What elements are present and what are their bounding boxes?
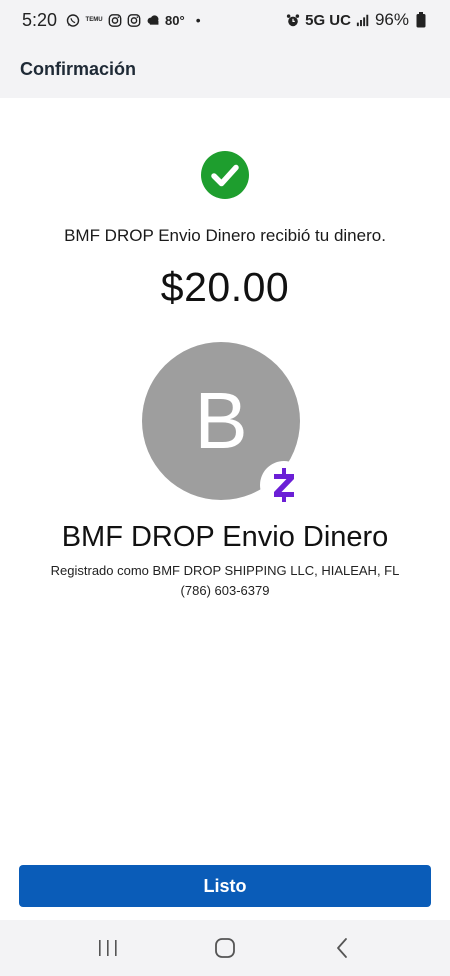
battery-icon bbox=[414, 12, 428, 28]
status-bar: 5:20 TEMU 80° • 5G UC 96% bbox=[0, 0, 450, 40]
battery-percent: 96% bbox=[374, 10, 409, 29]
temu-label: TEMU bbox=[85, 17, 103, 23]
system-nav-bar bbox=[0, 920, 450, 976]
done-button[interactable]: Listo bbox=[19, 865, 431, 907]
payment-amount: $20.00 bbox=[160, 264, 290, 310]
instagram-icon bbox=[108, 13, 122, 27]
avatar-letter: B bbox=[194, 376, 248, 465]
network-type: 5G UC bbox=[305, 11, 351, 29]
check-circle-icon bbox=[201, 151, 249, 199]
registered-as: Registrado como BMF DROP SHIPPING LLC, H… bbox=[50, 563, 400, 578]
notification-dot: • bbox=[195, 12, 201, 28]
whatsapp-icon bbox=[66, 13, 80, 27]
status-time: 5:20 bbox=[22, 9, 58, 30]
page-title: Confirmación bbox=[20, 58, 137, 79]
recent-apps-icon[interactable] bbox=[78, 928, 138, 968]
zelle-icon bbox=[260, 461, 308, 509]
alarm-icon bbox=[286, 13, 300, 27]
instagram-icon bbox=[127, 13, 141, 27]
recipient-phone: (786) 603-6379 bbox=[180, 583, 270, 598]
temperature: 80° bbox=[165, 12, 185, 28]
recipient-name: BMF DROP Envio Dinero bbox=[61, 521, 389, 553]
status-right: 5G UC 96% bbox=[286, 10, 428, 30]
signal-icon bbox=[356, 13, 370, 27]
weather-icon bbox=[146, 13, 160, 27]
confirmation-message: BMF DROP Envio Dinero recibió tu dinero. bbox=[64, 226, 386, 245]
back-icon[interactable] bbox=[312, 928, 372, 968]
confirmation-screen: 5:20 TEMU 80° • 5G UC 96% Confirmación B… bbox=[0, 0, 450, 976]
temu-icon: TEMU bbox=[85, 13, 103, 27]
status-left: 5:20 TEMU 80° • bbox=[22, 10, 201, 31]
home-icon[interactable] bbox=[195, 928, 255, 968]
app-header: Confirmación bbox=[0, 40, 450, 98]
